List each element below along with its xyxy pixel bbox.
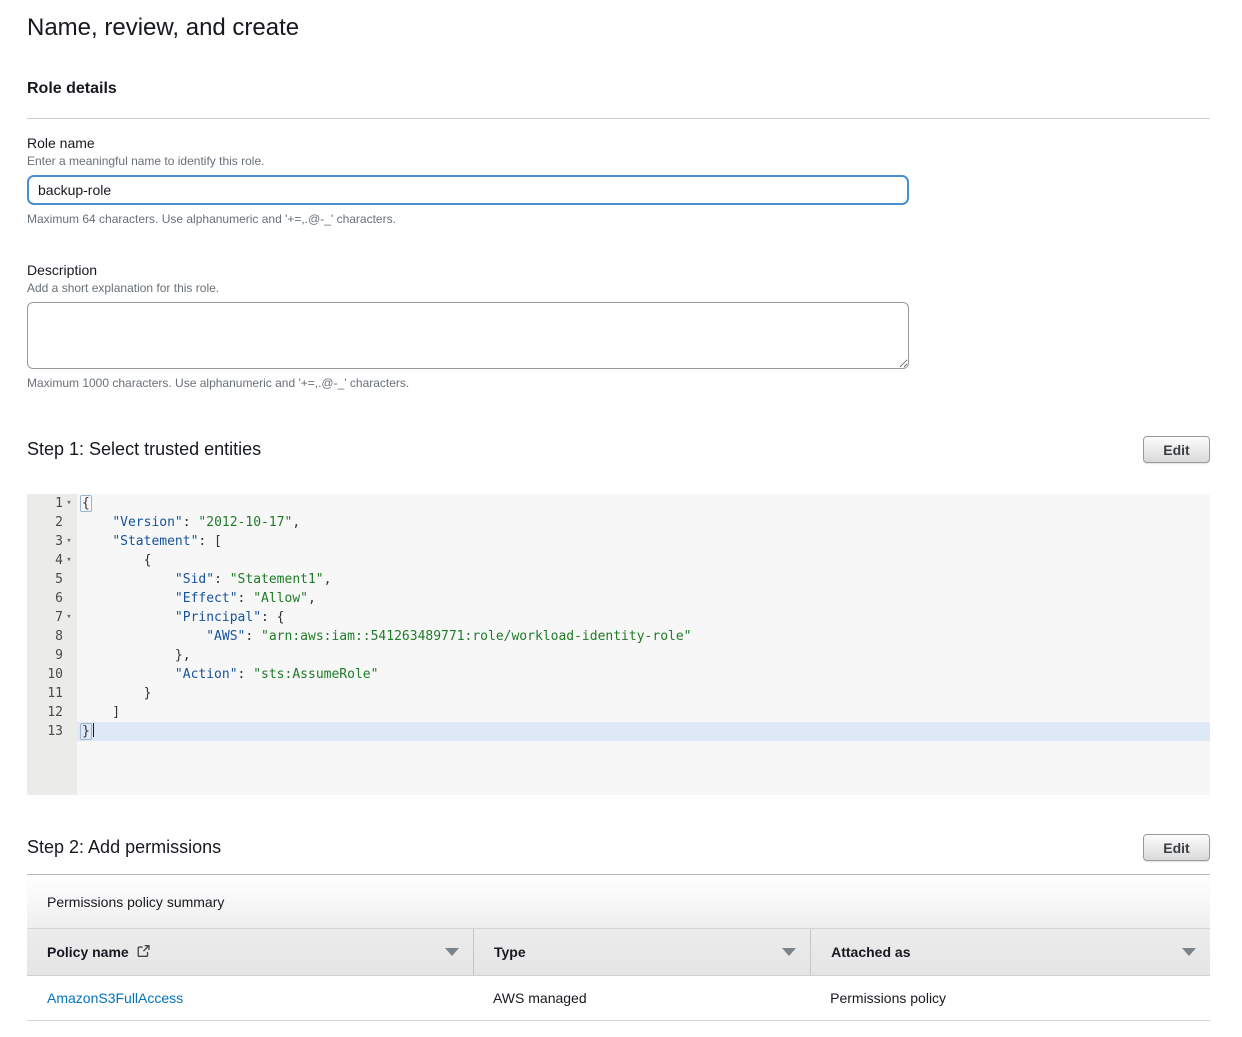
editor-code[interactable]: { "Version": "2012-10-17", "Statement": …: [77, 494, 1210, 795]
external-link-icon: [136, 944, 151, 961]
editor-code-line[interactable]: },: [77, 646, 1210, 665]
policy-table-body: AmazonS3FullAccess AWS managedPermissions…: [27, 976, 1210, 1021]
editor-code-line[interactable]: "Version": "2012-10-17",: [77, 513, 1210, 532]
editor-gutter: 1▾23▾4▾567▾8910111213: [27, 494, 77, 795]
editor-line-number: 3▾: [27, 532, 77, 551]
editor-code-line[interactable]: "Principal": {: [77, 608, 1210, 627]
editor-code-line[interactable]: "AWS": "arn:aws:iam::541263489771:role/w…: [77, 627, 1210, 646]
sort-icon-type[interactable]: [782, 948, 796, 956]
column-label-attached-as: Attached as: [831, 944, 910, 960]
editor-code-line[interactable]: ]: [77, 703, 1210, 722]
editor-code-line[interactable]: }: [77, 722, 1210, 741]
fold-arrow-icon[interactable]: ▾: [63, 551, 75, 570]
permissions-panel: Permissions policy summary Policy name: [27, 875, 1210, 1021]
editor-line-number: 10: [27, 665, 77, 684]
role-name-label: Role name: [27, 135, 1210, 151]
column-label-policy-name: Policy name: [47, 944, 129, 960]
main-content: Name, review, and create Role details Ro…: [0, 0, 1242, 1021]
description-label: Description: [27, 262, 1210, 278]
editor-code-line[interactable]: "Sid": "Statement1",: [77, 570, 1210, 589]
editor-line-number: 8: [27, 627, 77, 646]
step2-header-row: Step 2: Add permissions Edit: [27, 834, 1210, 861]
role-name-constraint: Maximum 64 characters. Use alphanumeric …: [27, 212, 1210, 226]
policy-attached-as-cell: Permissions policy: [810, 990, 1210, 1006]
column-header-type: Type: [473, 929, 810, 975]
description-constraint: Maximum 1000 characters. Use alphanumeri…: [27, 376, 1210, 390]
role-details-heading: Role details: [27, 80, 1210, 98]
editor-line-number: 9: [27, 646, 77, 665]
fold-arrow-icon[interactable]: ▾: [63, 532, 75, 551]
column-label-type: Type: [494, 944, 526, 960]
editor-code-line[interactable]: }: [77, 684, 1210, 703]
divider: [27, 118, 1210, 119]
editor-code-line[interactable]: "Effect": "Allow",: [77, 589, 1210, 608]
fold-arrow-icon[interactable]: ▾: [63, 494, 75, 513]
step2-edit-button[interactable]: Edit: [1143, 834, 1210, 861]
editor-line-number: 1▾: [27, 494, 77, 513]
policy-table-header: Policy name Type Attached as: [27, 929, 1210, 976]
policy-type-cell: AWS managed: [473, 990, 810, 1006]
panel-title: Permissions policy summary: [47, 894, 224, 910]
page-title: Name, review, and create: [27, 14, 1210, 42]
editor-line-number: 7▾: [27, 608, 77, 627]
editor-line-number: 6: [27, 589, 77, 608]
step2-heading: Step 2: Add permissions: [27, 837, 221, 858]
role-name-input[interactable]: [27, 175, 909, 205]
text-cursor: [93, 723, 94, 737]
editor-code-line[interactable]: {: [77, 551, 1210, 570]
description-input[interactable]: [27, 302, 909, 369]
description-hint: Add a short explanation for this role.: [27, 281, 1210, 295]
step1-heading: Step 1: Select trusted entities: [27, 439, 261, 460]
column-header-policy-name: Policy name: [27, 929, 473, 975]
sort-icon-attached-as[interactable]: [1182, 948, 1196, 956]
panel-header: Permissions policy summary: [27, 875, 1210, 929]
editor-code-line[interactable]: "Statement": [: [77, 532, 1210, 551]
step1-header-row: Step 1: Select trusted entities Edit: [27, 436, 1210, 463]
editor-line-number: 2: [27, 513, 77, 532]
editor-code-line[interactable]: {: [77, 494, 1210, 513]
editor-line-number: 11: [27, 684, 77, 703]
step1-edit-button[interactable]: Edit: [1143, 436, 1210, 463]
editor-code-line[interactable]: "Action": "sts:AssumeRole": [77, 665, 1210, 684]
editor-line-number: 12: [27, 703, 77, 722]
editor-line-number: 13: [27, 722, 77, 741]
table-row: AmazonS3FullAccess AWS managedPermissions…: [27, 976, 1210, 1021]
policy-name-link[interactable]: AmazonS3FullAccess: [47, 990, 183, 1006]
column-header-attached-as: Attached as: [810, 929, 1210, 975]
editor-line-number: 5: [27, 570, 77, 589]
sort-icon-policy-name[interactable]: [445, 948, 459, 956]
policy-editor[interactable]: 1▾23▾4▾567▾8910111213 { "Version": "2012…: [27, 494, 1210, 795]
editor-line-number: 4▾: [27, 551, 77, 570]
role-name-hint: Enter a meaningful name to identify this…: [27, 154, 1210, 168]
fold-arrow-icon[interactable]: ▾: [63, 608, 75, 627]
